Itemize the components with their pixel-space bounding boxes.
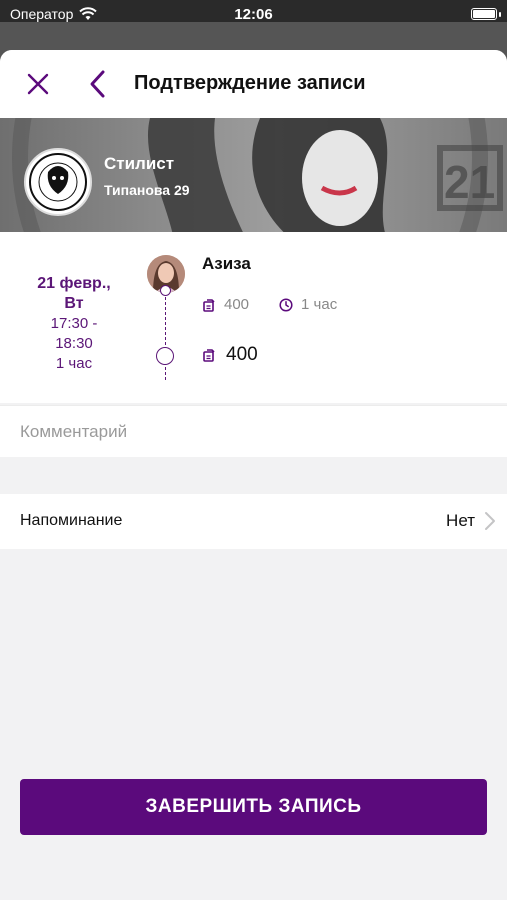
service-duration: 1 час <box>301 296 338 313</box>
comment-field[interactable]: Комментарий <box>0 405 507 457</box>
timeline-dot <box>160 285 171 296</box>
page-title: Подтверждение записи <box>134 72 366 94</box>
booking-date: 21 февр., Вт 17:30 - 18:30 1 час <box>0 274 148 374</box>
salon-name: Стилист <box>104 154 175 173</box>
chevron-left-icon[interactable] <box>86 68 110 100</box>
service-price: 400 <box>224 296 250 313</box>
comment-placeholder: Комментарий <box>20 422 128 441</box>
salon-logo <box>24 148 92 216</box>
total-price: 400 <box>226 344 258 365</box>
booking-weekday: Вт <box>64 295 84 312</box>
salon-banner: 21 Стилист Типанова 29 <box>0 118 507 246</box>
service-meta: 400 1 час <box>202 296 337 313</box>
finish-booking-button[interactable]: ЗАВЕРШИТЬ ЗАПИСЬ <box>20 779 487 835</box>
timeline-end-dot <box>156 347 174 365</box>
booking-card: 21 февр., Вт 17:30 - 18:30 1 час Азиза 4… <box>0 232 507 403</box>
total-row: 400 <box>202 344 258 366</box>
reminder-label: Напоминание <box>20 512 123 529</box>
battery-icon <box>471 8 497 20</box>
status-bar: Оператор 12:06 <box>0 0 507 30</box>
master-name: Азиза <box>202 254 251 273</box>
battery-tip <box>499 12 501 17</box>
banner-decor-number: 21 <box>444 156 495 208</box>
salon-address: Типанова 29 <box>104 182 190 198</box>
status-time: 12:06 <box>234 6 273 23</box>
price-tag-icon <box>203 298 215 312</box>
reminder-value: Нет <box>446 511 475 530</box>
booking-duration: 1 час <box>55 355 93 372</box>
close-icon[interactable] <box>24 70 52 98</box>
reminder-row[interactable]: Напоминание Нет <box>0 494 507 549</box>
booking-sheet: Подтверждение записи 21 Стилист Типанова… <box>0 50 507 900</box>
booking-date-day: 21 февр., <box>37 275 111 292</box>
booking-time-end: 18:30 <box>55 335 93 352</box>
timeline-line <box>165 292 166 380</box>
total-price-icon <box>203 349 215 362</box>
booking-time-start: 17:30 - <box>50 315 98 332</box>
chevron-right-icon <box>485 512 495 530</box>
nav-bar: Подтверждение записи <box>0 50 507 118</box>
clock-icon <box>279 297 293 312</box>
